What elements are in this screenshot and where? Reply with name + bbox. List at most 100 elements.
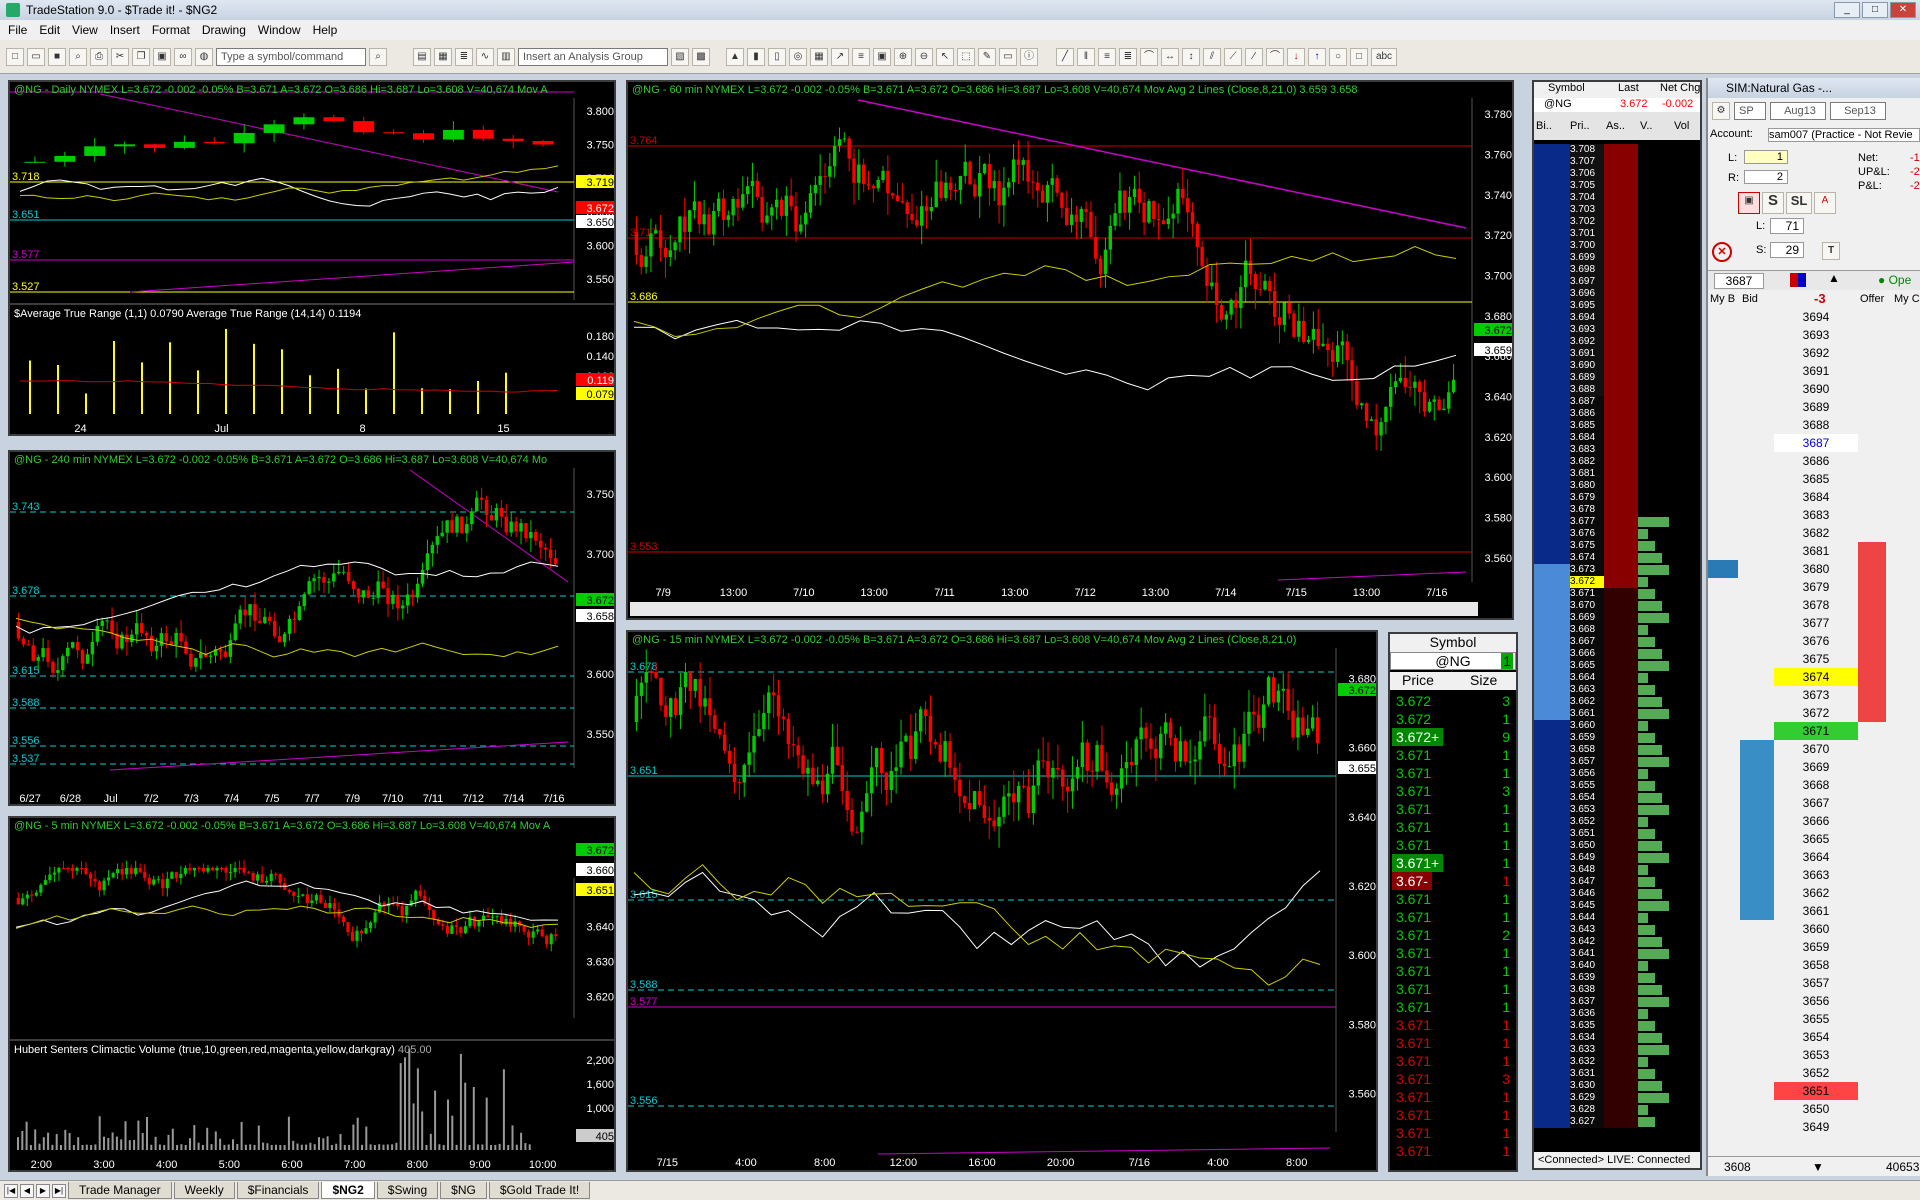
ladder-ask-cell[interactable] <box>1604 144 1638 156</box>
ladder-row[interactable]: 3.676 <box>1534 528 1700 540</box>
ladder-row[interactable]: 3.630 <box>1534 1080 1700 1092</box>
ladder-bid-cell[interactable] <box>1534 960 1570 972</box>
dom-offer-cell[interactable] <box>1858 722 1886 740</box>
chart-15min[interactable]: 3.680 3.660 3.640 3.620 3.600 3.580 3.560 3.678… <box>626 630 1378 1172</box>
link-icon[interactable]: ∞ <box>174 47 192 66</box>
dom-price-row[interactable]: 3686 <box>1708 452 1920 470</box>
dom-offer-cell[interactable] <box>1858 434 1886 452</box>
ladder-bid-cell[interactable] <box>1534 336 1570 348</box>
dom-bid-cell[interactable] <box>1740 704 1774 722</box>
ladder-bid-cell[interactable] <box>1534 312 1570 324</box>
tab-ng[interactable]: $NG <box>440 1182 487 1199</box>
ladder-ask-cell[interactable] <box>1604 852 1638 864</box>
dom-price-cell[interactable]: 3690 <box>1774 380 1858 398</box>
dom-mybid-cell[interactable] <box>1708 416 1738 434</box>
dom-price-row[interactable]: 3685 <box>1708 470 1920 488</box>
dom-price-cell[interactable]: 3691 <box>1774 362 1858 380</box>
ladder-row[interactable]: 3.660 <box>1534 720 1700 732</box>
ladder-bid-cell[interactable] <box>1534 168 1570 180</box>
dom-price-row[interactable]: 3682 <box>1708 524 1920 542</box>
dom-price-row[interactable]: 3654 <box>1708 1028 1920 1046</box>
ladder-ask-cell[interactable] <box>1604 552 1638 564</box>
dom-myoffer-cell[interactable] <box>1888 758 1920 776</box>
close-button[interactable]: ✕ <box>1890 2 1916 18</box>
fib-icon[interactable]: ≣ <box>1119 47 1137 66</box>
dom-myoffer-cell[interactable] <box>1888 992 1920 1010</box>
dom-bid-cell[interactable] <box>1740 848 1774 866</box>
dom-myoffer-cell[interactable] <box>1888 776 1920 794</box>
ladder-bid-cell[interactable] <box>1534 240 1570 252</box>
ladder-bid-cell[interactable] <box>1534 780 1570 792</box>
dom-bid-cell[interactable] <box>1740 362 1774 380</box>
dom-price-row[interactable]: 3655 <box>1708 1010 1920 1028</box>
scan-icon[interactable]: ▣ <box>873 47 891 66</box>
dom-mybid-cell[interactable] <box>1708 506 1738 524</box>
ladder-bid-cell[interactable] <box>1534 1008 1570 1020</box>
stack-icon[interactable]: ≡ <box>852 47 870 66</box>
ladder-ask-cell[interactable] <box>1604 204 1638 216</box>
ladder-bid-cell[interactable] <box>1534 300 1570 312</box>
dom-myoffer-cell[interactable] <box>1888 578 1920 596</box>
ladder-bid-cell[interactable] <box>1534 924 1570 936</box>
ladder-ask-cell[interactable] <box>1604 876 1638 888</box>
menu-edit[interactable]: Edit <box>39 23 60 37</box>
dom-mybid-cell[interactable] <box>1708 362 1738 380</box>
dom-price-row[interactable]: 3664 <box>1708 848 1920 866</box>
tns-symbol-field[interactable]: @NG 1 <box>1390 652 1516 670</box>
ray-icon[interactable]: ⁄ <box>1245 47 1263 66</box>
dom-price-cell[interactable]: 3671 <box>1774 722 1858 740</box>
cut-icon[interactable]: ✂ <box>111 47 129 66</box>
ladder-bid-cell[interactable] <box>1534 552 1570 564</box>
dom-price-row[interactable]: 3672 <box>1708 704 1920 722</box>
dom-mybid-cell[interactable] <box>1708 1118 1738 1136</box>
dom-bid-cell[interactable] <box>1740 974 1774 992</box>
dom-price-row[interactable]: 3658 <box>1708 956 1920 974</box>
dom-mybid-cell[interactable] <box>1708 398 1738 416</box>
symbol-input[interactable]: Type a symbol/command <box>216 47 366 66</box>
dom-price-row[interactable]: 3688 <box>1708 416 1920 434</box>
ladder-row[interactable]: 3.643 <box>1534 924 1700 936</box>
dom-price-cell[interactable]: 3661 <box>1774 902 1858 920</box>
dom-price-cell[interactable]: 3678 <box>1774 596 1858 614</box>
ladder-ask-cell[interactable] <box>1604 588 1638 600</box>
ladder-ask-cell[interactable] <box>1604 660 1638 672</box>
dom-bid-cell[interactable] <box>1740 614 1774 632</box>
dom-bid-cell[interactable] <box>1740 488 1774 506</box>
dom-bid-cell[interactable] <box>1740 920 1774 938</box>
chart-daily[interactable]: 3.8003.7503.7003.6503.6003.5503.7183.651… <box>8 80 616 436</box>
dom-bid-cell[interactable] <box>1740 578 1774 596</box>
ladder-ask-cell[interactable] <box>1604 180 1638 192</box>
dom-offer-cell[interactable] <box>1858 1100 1886 1118</box>
ladder-ask-cell[interactable] <box>1604 456 1638 468</box>
up-arrow-icon[interactable]: ↑ <box>1308 47 1326 66</box>
zoom-in-icon[interactable]: ⊕ <box>894 47 912 66</box>
dom-month1-button[interactable]: Aug13 <box>1770 102 1826 120</box>
dom-offer-cell[interactable] <box>1858 1064 1886 1082</box>
dom-price-cell[interactable]: 3684 <box>1774 488 1858 506</box>
chart-icon[interactable]: ▲ <box>726 47 744 66</box>
dom-price-row[interactable]: 3660 <box>1708 920 1920 938</box>
dom-mybid-cell[interactable] <box>1708 1046 1738 1064</box>
dom-bid-cell[interactable] <box>1740 740 1774 758</box>
dom-bid-cell[interactable] <box>1740 1064 1774 1082</box>
ladder-bid-cell[interactable] <box>1534 792 1570 804</box>
dom-exchange-select[interactable]: SP <box>1734 102 1766 120</box>
dom-offer-cell[interactable] <box>1858 362 1886 380</box>
ladder-ask-cell[interactable] <box>1604 1068 1638 1080</box>
ladder-ask-cell[interactable] <box>1604 912 1638 924</box>
curve-icon[interactable]: ⌒ <box>1266 47 1284 66</box>
ladder-row[interactable]: 3.665 <box>1534 660 1700 672</box>
dom-offer-cell[interactable] <box>1858 812 1886 830</box>
ladder-row[interactable]: 3.701 <box>1534 228 1700 240</box>
dom-offer-cell[interactable] <box>1858 1118 1886 1136</box>
dom-bid-cell[interactable] <box>1740 866 1774 884</box>
ladder-ask-cell[interactable] <box>1604 900 1638 912</box>
ladder-bid-cell[interactable] <box>1534 516 1570 528</box>
ladder-ask-cell[interactable] <box>1604 1008 1638 1020</box>
dom-price-row[interactable]: 3667 <box>1708 794 1920 812</box>
ladder-ask-cell[interactable] <box>1604 624 1638 636</box>
dom-myoffer-cell[interactable] <box>1888 866 1920 884</box>
ladder-ask-cell[interactable] <box>1604 840 1638 852</box>
ladder-bid-cell[interactable] <box>1534 864 1570 876</box>
ladder-bid-cell[interactable] <box>1534 156 1570 168</box>
